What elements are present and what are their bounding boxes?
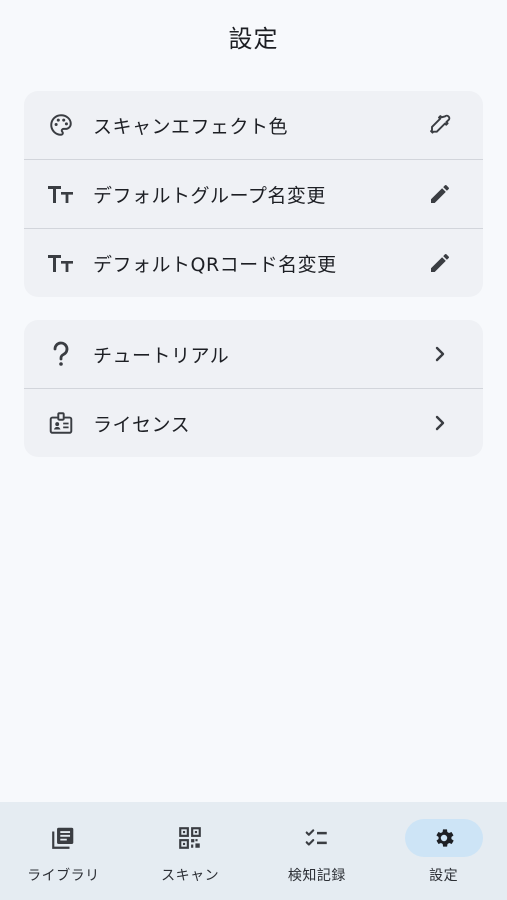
setting-default-group-name[interactable]: デフォルトグループ名変更: [24, 159, 483, 228]
library-icon: [24, 819, 102, 857]
checklist-icon: [278, 819, 356, 857]
gear-icon: [404, 819, 483, 857]
pencil-icon: [423, 246, 457, 280]
text-size-icon: [44, 177, 78, 211]
chevron-right-icon: [423, 337, 457, 371]
nav-label: スキャン: [161, 868, 220, 884]
setting-scan-effect-color[interactable]: スキャンエフェクト色: [24, 91, 483, 159]
setting-label: ライセンス: [93, 413, 191, 436]
setting-label: スキャンエフェクト色: [93, 115, 289, 138]
setting-label: デフォルトグループ名変更: [93, 184, 326, 207]
nav-item-detection-log[interactable]: 検知記録: [254, 802, 381, 900]
setting-label: デフォルトQRコード名変更: [93, 253, 337, 276]
app-header: 設定: [0, 0, 507, 70]
nav-item-scan[interactable]: スキャン: [127, 802, 254, 900]
nav-item-settings[interactable]: 設定: [380, 802, 507, 900]
setting-license[interactable]: ライセンス: [24, 388, 483, 457]
palette-icon: [44, 108, 78, 142]
nav-item-library[interactable]: ライブラリ: [0, 802, 127, 900]
question-mark-icon: [44, 337, 78, 371]
nav-label: 検知記録: [287, 868, 346, 884]
setting-default-qr-name[interactable]: デフォルトQRコード名変更: [24, 228, 483, 297]
text-size-icon: [44, 246, 78, 280]
chevron-right-icon: [423, 406, 457, 440]
settings-group-info: チュートリアル ライセンス: [24, 320, 483, 457]
pencil-icon: [423, 177, 457, 211]
nav-label: 設定: [429, 868, 459, 884]
qr-scan-icon: [151, 819, 229, 857]
settings-group-appearance: スキャンエフェクト色 デフォルトグループ名変更 デフォルトQRコード名変更: [24, 91, 483, 297]
setting-label: チュートリアル: [93, 344, 230, 367]
page-title: 設定: [228, 24, 279, 53]
bottom-navigation: ライブラリ スキャン 検知記録 設定: [0, 802, 507, 900]
nav-label: ライブラリ: [27, 868, 100, 884]
setting-tutorial[interactable]: チュートリアル: [24, 320, 483, 388]
eyedropper-icon: [423, 108, 457, 142]
license-badge-icon: [44, 406, 78, 440]
